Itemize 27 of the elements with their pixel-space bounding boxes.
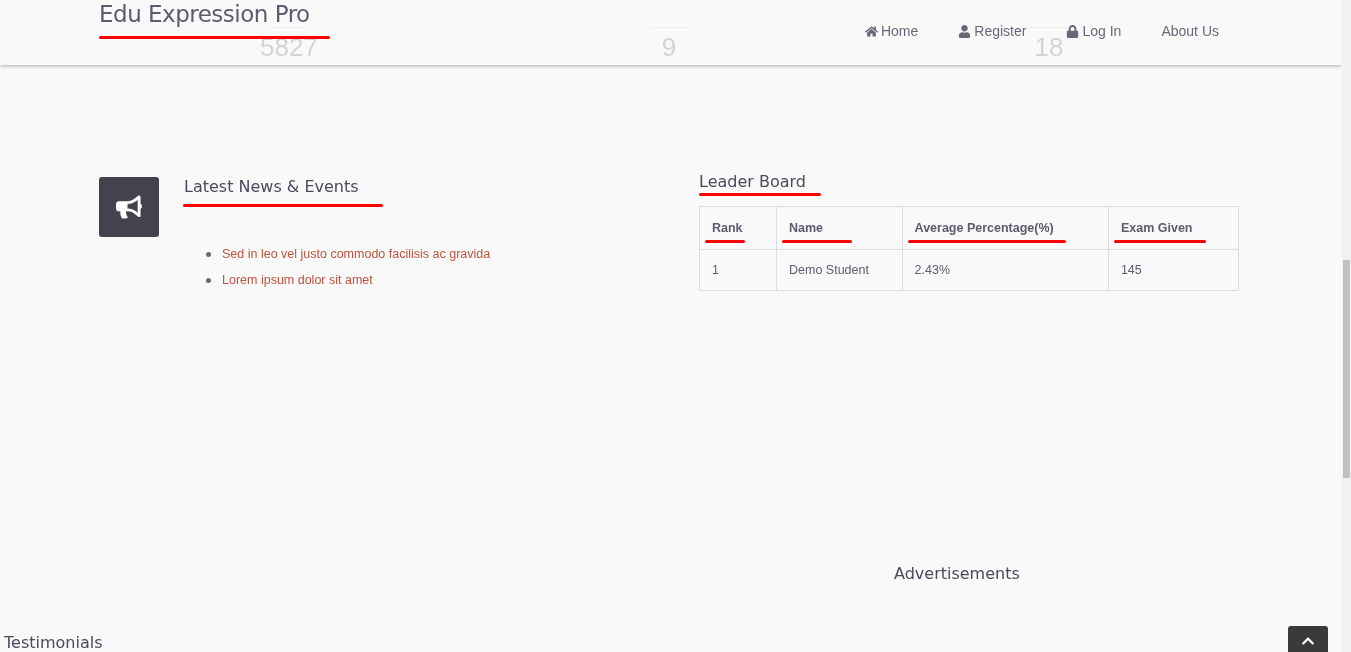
home-icon (864, 24, 878, 38)
user-icon (958, 24, 972, 38)
bullet-dot (206, 251, 211, 257)
section-heading: Testimonials (4, 633, 103, 652)
table-cell: 2.43% (902, 249, 1109, 291)
column-header: Average Percentage(%) (914, 221, 1055, 235)
bullet-dot (206, 277, 211, 283)
column-header: Name (789, 221, 825, 235)
nav-link[interactable]: Home (864, 23, 919, 39)
column-header: Rank (712, 221, 744, 235)
annotation-underline (705, 240, 745, 243)
annotation-underline (782, 240, 853, 243)
nav-link[interactable]: Log In (1066, 23, 1122, 39)
table-cell: Demo Student (776, 249, 903, 291)
table-cell: 1 (699, 249, 777, 291)
padlock-icon (1066, 24, 1080, 38)
news-link[interactable]: Sed in leo vel justo commodo facilisis ac gravida (222, 246, 491, 262)
brand-logo-text[interactable]: Edu Expression Pro (99, 0, 310, 28)
section-heading: Advertisements (894, 564, 1020, 583)
section-heading: Leader Board (699, 172, 807, 191)
nav-link[interactable]: About Us (1161, 23, 1219, 39)
news-link[interactable]: Lorem ipsum dolor sit amet (222, 272, 373, 288)
nav-link[interactable]: Register (958, 23, 1027, 39)
column-header: Exam Given (1120, 221, 1194, 235)
megaphone-icon (99, 177, 159, 237)
section-heading: Latest News & Events (184, 177, 360, 196)
table-cell: 145 (1108, 249, 1239, 291)
